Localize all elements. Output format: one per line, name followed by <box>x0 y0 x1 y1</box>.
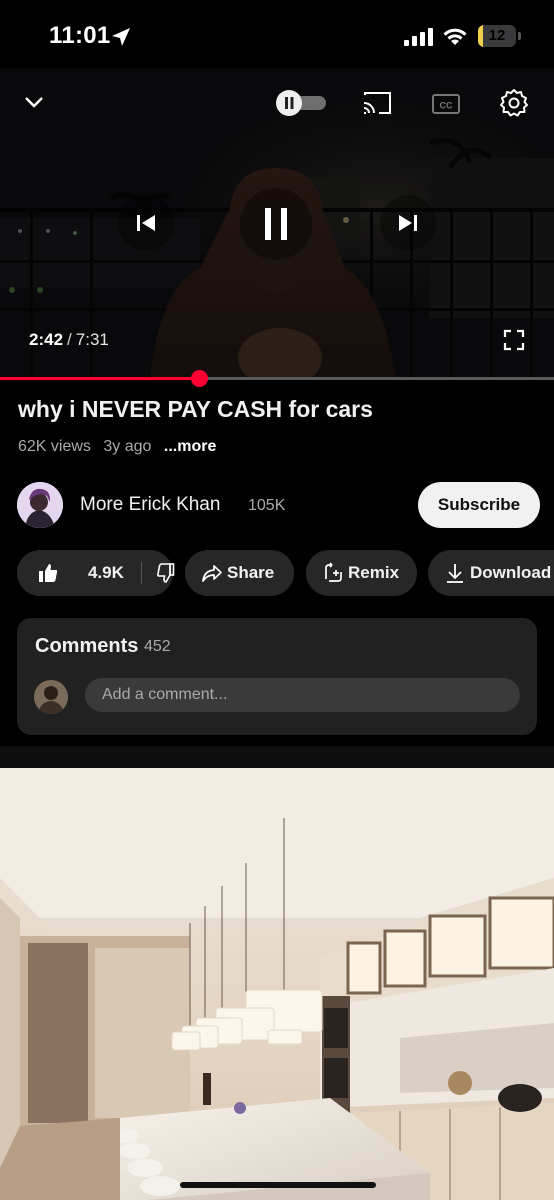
time-separator: / <box>67 330 72 349</box>
download-label: Download <box>470 563 552 582</box>
share-icon <box>202 565 222 582</box>
previous-icon <box>137 215 155 231</box>
video-title[interactable]: why i NEVER PAY CASH for cars <box>18 396 373 423</box>
progress-bar[interactable] <box>0 370 554 387</box>
duration: 7:31 <box>75 330 109 349</box>
share-button[interactable]: Share <box>185 550 294 596</box>
comments-title: Comments <box>35 635 139 657</box>
minimize-button[interactable] <box>18 86 50 118</box>
captions-icon: CC <box>432 94 460 114</box>
remix-button[interactable]: Remix <box>306 550 417 596</box>
avatar-image <box>17 482 63 528</box>
video-player[interactable]: CC 2:42/7:31 <box>0 68 554 378</box>
previous-button[interactable] <box>118 195 174 251</box>
wifi-icon <box>443 28 467 45</box>
user-avatar <box>34 680 68 714</box>
cast-icon <box>363 92 391 114</box>
home-indicator[interactable] <box>180 1182 376 1188</box>
like-dislike-pill: 4.9K <box>17 550 175 596</box>
download-icon <box>447 564 463 583</box>
status-bar: 11:01 12 <box>0 0 554 68</box>
autoplay-toggle[interactable] <box>276 90 328 116</box>
like-count[interactable]: 4.9K <box>88 563 124 583</box>
upload-age: 3y ago <box>103 438 152 455</box>
channel-avatar[interactable] <box>17 482 63 528</box>
current-time: 2:42 <box>29 330 64 349</box>
add-comment-input[interactable]: Add a comment... <box>85 678 520 712</box>
play-pause-button[interactable] <box>240 188 312 260</box>
kitchen-image <box>0 768 554 1200</box>
subscriber-count: 105K <box>248 497 286 514</box>
svg-text:CC: CC <box>440 101 453 111</box>
cellular-signal-icon <box>404 28 433 46</box>
location-arrow-icon <box>112 28 130 46</box>
video-meta[interactable]: 62K views 3y ago ...more <box>18 438 224 456</box>
share-label: Share <box>227 563 275 582</box>
remix-icon <box>325 562 342 582</box>
settings-button[interactable] <box>498 87 530 119</box>
cast-button[interactable] <box>360 88 394 118</box>
settings-icon <box>500 89 528 117</box>
remix-label: Remix <box>348 563 400 582</box>
view-count: 62K views <box>18 438 91 455</box>
progress-scrubber[interactable] <box>190 370 208 387</box>
progress-fill <box>0 377 199 380</box>
time-readout: 2:42/7:31 <box>29 330 109 350</box>
battery-indicator: 12 <box>478 25 516 47</box>
like-divider <box>141 562 142 584</box>
fullscreen-button[interactable] <box>500 326 528 354</box>
pause-icon <box>265 208 287 240</box>
thumbs-down-icon[interactable] <box>155 563 175 583</box>
next-button[interactable] <box>380 195 436 251</box>
thumbs-up-icon[interactable] <box>38 563 58 583</box>
comments-count: 452 <box>144 638 171 655</box>
chevron-down-icon <box>25 97 43 108</box>
battery-nub <box>518 32 521 40</box>
comments-card[interactable]: Comments 452 Add a comment... <box>17 618 537 735</box>
pause-toggle-icon <box>276 90 326 116</box>
download-button[interactable]: Download <box>428 550 554 596</box>
subscribe-button[interactable]: Subscribe <box>418 482 540 528</box>
next-icon <box>399 215 417 231</box>
battery-level: 12 <box>488 27 506 44</box>
user-avatar-image <box>34 680 68 714</box>
status-time: 11:01 <box>49 22 111 49</box>
fullscreen-icon <box>503 329 525 351</box>
section-divider <box>0 746 554 768</box>
captions-button[interactable]: CC <box>430 90 462 118</box>
promo-image[interactable] <box>0 768 554 1200</box>
more-link[interactable]: ...more <box>164 438 216 455</box>
channel-name[interactable]: More Erick Khan <box>80 494 220 516</box>
